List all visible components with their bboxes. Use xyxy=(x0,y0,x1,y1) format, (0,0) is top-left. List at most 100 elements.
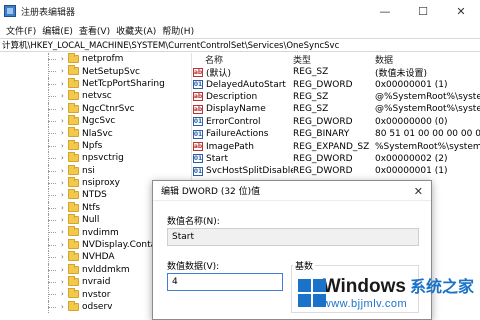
value-type: REG_DWORD xyxy=(293,79,353,90)
expand-chevron-icon[interactable]: › xyxy=(61,130,67,137)
tree-guide-line xyxy=(48,232,56,234)
tree-guide-line xyxy=(48,257,56,259)
tree-item[interactable]: › NgcCtnrSvc xyxy=(0,102,191,115)
column-type-header[interactable]: 类型 xyxy=(293,53,375,66)
expand-chevron-icon[interactable]: › xyxy=(61,56,67,63)
expand-chevron-icon[interactable]: › xyxy=(61,266,67,273)
tree-item[interactable]: › NlaSvc xyxy=(0,127,191,140)
value-row[interactable]: abDisplayName REG_SZ @%SystemRoot%\system3… xyxy=(193,103,480,115)
tree-guide-line xyxy=(48,207,56,209)
tree-item[interactable]: › NetSetupSvc xyxy=(0,65,191,78)
value-data: (数值未设置) xyxy=(375,68,428,79)
window-title: 注册表编辑器 xyxy=(21,7,76,18)
value-name-label: 数值名称(N): xyxy=(167,217,220,227)
tree-item-label: nvlddmkm xyxy=(82,264,130,275)
value-name-field: Start xyxy=(167,228,419,246)
menu-view[interactable]: 查看(V) xyxy=(76,24,113,37)
value-type: REG_DWORD xyxy=(293,166,353,177)
binary-value-icon: 01 xyxy=(193,80,203,90)
dialog-close-icon[interactable]: ✕ xyxy=(414,185,423,198)
tree-guide-line xyxy=(48,133,56,135)
expand-chevron-icon[interactable]: › xyxy=(61,291,67,298)
folder-icon xyxy=(68,152,79,163)
expand-chevron-icon[interactable]: › xyxy=(61,179,67,186)
value-row[interactable]: 01 Start REG_DWORD 0x00000002 (2) xyxy=(193,153,480,165)
maximize-button[interactable]: ☐ xyxy=(404,0,442,22)
expand-chevron-icon[interactable]: › xyxy=(61,229,67,236)
menu-help[interactable]: 帮助(H) xyxy=(159,24,197,37)
tree-item-label: odserv xyxy=(82,302,113,312)
tree-item-label: nvstor xyxy=(82,289,111,300)
tree-item-label: nsi xyxy=(82,165,95,176)
tree-item-label: netvsc xyxy=(82,91,112,102)
value-row[interactable]: 01 DelayedAutoStart REG_DWORD 0x00000001 (1… xyxy=(193,78,480,90)
tree-guide-line xyxy=(48,269,56,271)
expand-chevron-icon[interactable]: › xyxy=(61,93,67,100)
folder-icon xyxy=(68,77,79,88)
expand-chevron-icon[interactable]: › xyxy=(61,303,67,310)
expand-chevron-icon[interactable]: › xyxy=(61,241,67,248)
tree-item[interactable]: › NetTcpPortSharing xyxy=(0,77,191,91)
tree-item[interactable]: › Npfs xyxy=(0,139,191,153)
tree-item-label: nvraid xyxy=(82,277,111,288)
expand-chevron-icon[interactable]: › xyxy=(61,142,67,149)
folder-icon xyxy=(68,214,79,225)
menu-bar: 文件(F) 编辑(E) 查看(V) 收藏夹(A) 帮助(H) xyxy=(0,22,480,38)
watermark-brand-cn: 系统之家 xyxy=(409,279,474,296)
expand-chevron-icon[interactable]: › xyxy=(61,192,67,199)
expand-chevron-icon[interactable]: › xyxy=(61,117,67,124)
value-data: @%SystemRoot%\system32 xyxy=(375,104,480,115)
folder-icon xyxy=(68,90,79,101)
value-name: DisplayName xyxy=(206,104,266,115)
value-name: SvcHostSplitDisable xyxy=(206,166,293,177)
column-data-header[interactable]: 数据 xyxy=(375,53,480,66)
expand-chevron-icon[interactable]: › xyxy=(61,155,67,162)
expand-chevron-icon[interactable]: › xyxy=(61,167,67,174)
close-button[interactable]: ✕ xyxy=(442,0,480,22)
value-type: REG_BINARY xyxy=(293,129,350,140)
tree-guide-line xyxy=(48,294,56,296)
minimize-button[interactable]: — xyxy=(366,0,404,22)
expand-chevron-icon[interactable]: › xyxy=(61,279,67,286)
tree-item-label: NVHDA xyxy=(82,252,115,263)
tree-item[interactable]: › NgcSvc xyxy=(0,114,191,128)
expand-chevron-icon[interactable]: › xyxy=(61,204,67,211)
address-bar[interactable]: 计算机\HKEY_LOCAL_MACHINE\SYSTEM\CurrentCon… xyxy=(0,38,480,52)
folder-icon xyxy=(68,276,79,287)
value-row[interactable]: 01 ErrorControl REG_DWORD 0x00000000 (0) xyxy=(193,116,480,128)
value-row[interactable]: ab (默认) REG_SZ (数值未设置) xyxy=(193,66,480,79)
menu-favorites[interactable]: 收藏夹(A) xyxy=(113,24,159,37)
value-data: 0x00000001 (1) xyxy=(375,166,448,177)
menu-edit[interactable]: 编辑(E) xyxy=(39,24,76,37)
tree-item-label: netprofm xyxy=(82,54,124,65)
tree-item-label: Ntfs xyxy=(82,202,101,213)
tree-item[interactable]: › npsvctrig xyxy=(0,152,191,165)
menu-file[interactable]: 文件(F) xyxy=(3,24,39,37)
value-data: 0x00000002 (2) xyxy=(375,153,448,164)
watermark: Windows 系统之家 www.bjjmlv.com xyxy=(298,274,474,314)
tree-guide-line xyxy=(48,71,56,73)
tree-item[interactable]: › nsi xyxy=(0,164,191,177)
folder-icon xyxy=(68,127,79,138)
expand-chevron-icon[interactable]: › xyxy=(61,80,67,87)
tree-item[interactable]: › netprofm xyxy=(0,53,191,66)
value-row[interactable]: 01 FailureActions REG_BINARY 80 51 01 00 00… xyxy=(193,128,480,140)
value-row[interactable]: abDescription REG_SZ @%SystemRoot%\system3… xyxy=(193,91,480,103)
expand-chevron-icon[interactable]: › xyxy=(61,105,67,112)
expand-chevron-icon[interactable]: › xyxy=(61,68,67,75)
value-type: REG_SZ xyxy=(293,104,329,115)
column-name-header[interactable]: 名称 xyxy=(193,53,293,66)
value-data-input[interactable]: 4 xyxy=(167,273,283,291)
tree-guide-line xyxy=(48,244,56,246)
folder-icon xyxy=(68,300,79,311)
value-name: ErrorControl xyxy=(206,116,261,127)
tree-item[interactable]: › netvsc xyxy=(0,90,191,103)
tree-guide-line xyxy=(48,83,56,85)
tree-guide-line xyxy=(48,96,56,98)
folder-icon xyxy=(68,226,79,237)
folder-icon xyxy=(68,251,79,262)
value-row[interactable]: 01 SvcHostSplitDisable REG_DWORD 0x00000001… xyxy=(193,165,480,177)
expand-chevron-icon[interactable]: › xyxy=(61,217,67,224)
value-row[interactable]: ab ImagePath REG_EXPAND_SZ %SystemRoot%\sys… xyxy=(193,140,480,152)
expand-chevron-icon[interactable]: › xyxy=(61,254,67,261)
